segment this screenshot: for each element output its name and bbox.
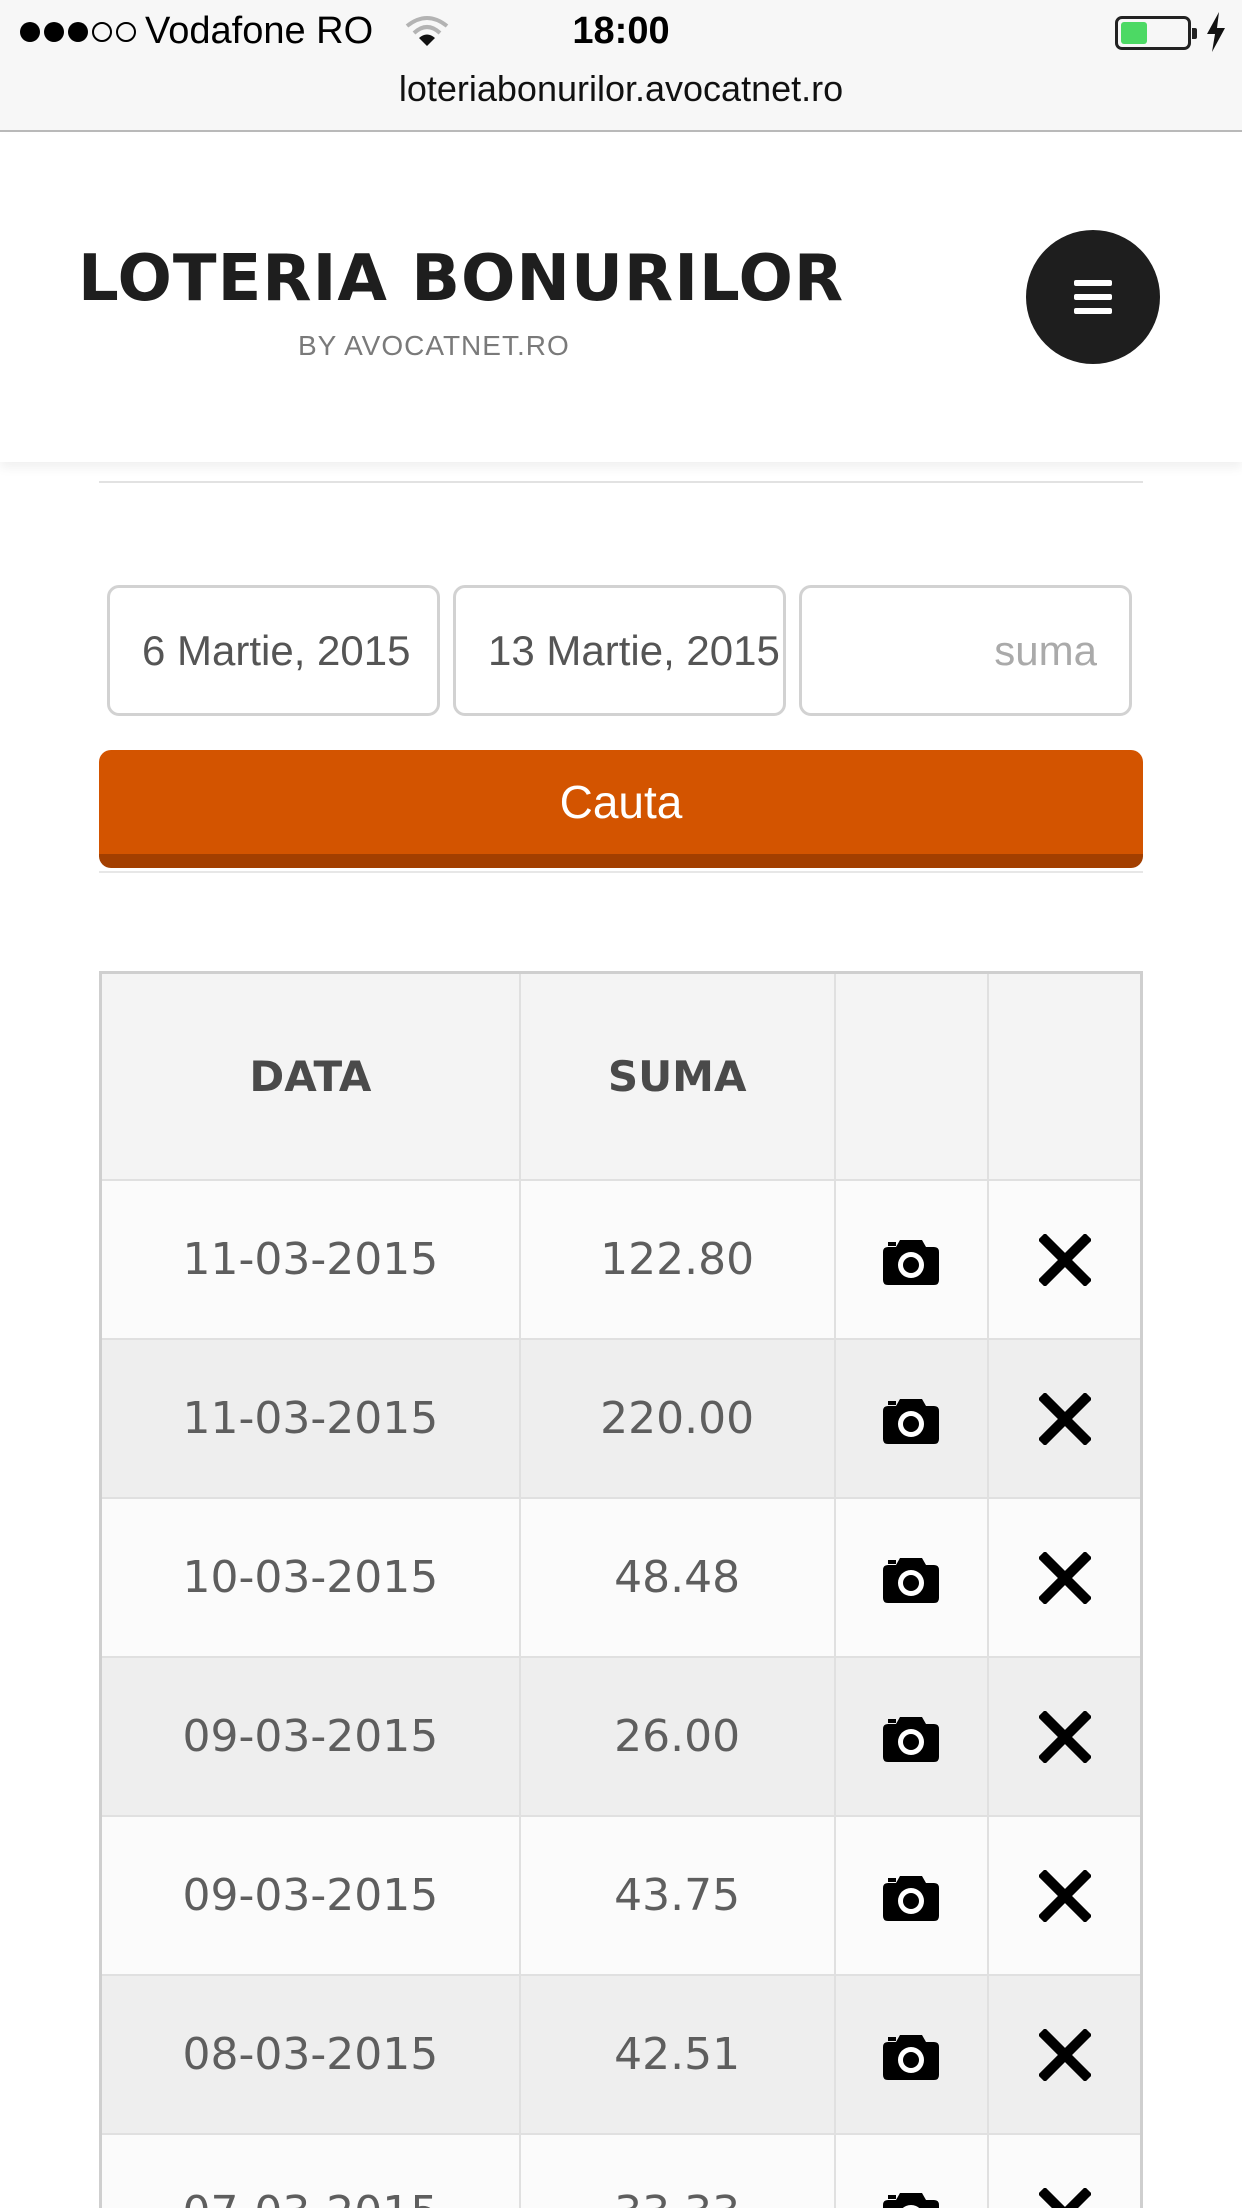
status-time: 18:00: [572, 10, 670, 52]
charging-icon: [1207, 12, 1225, 52]
camera-button[interactable]: [833, 1496, 990, 1658]
camera-icon: [882, 1392, 940, 1444]
camera-button[interactable]: [833, 1655, 990, 1817]
delete-button[interactable]: [987, 2132, 1143, 2208]
date-to-input[interactable]: 13 Martie, 2015: [453, 585, 786, 716]
table-header-row: DATA SUMA: [99, 971, 1143, 1181]
camera-icon: [882, 2186, 940, 2208]
cell-amount: 48.48: [518, 1496, 836, 1658]
close-icon: [1038, 1232, 1091, 1286]
site-logo-title[interactable]: LOTERIA BONURILOR: [78, 242, 844, 316]
cell-date: 09-03-2015: [99, 1814, 521, 1976]
delete-button[interactable]: [987, 1496, 1143, 1658]
close-icon: [1038, 1550, 1091, 1604]
close-icon: [1038, 1868, 1091, 1922]
column-header-date: DATA: [99, 971, 521, 1181]
delete-button[interactable]: [987, 1655, 1143, 1817]
delete-button[interactable]: [987, 1178, 1143, 1340]
delete-button[interactable]: [987, 1814, 1143, 1976]
hamburger-icon: [1074, 280, 1112, 286]
date-from-input[interactable]: 6 Martie, 2015: [107, 585, 440, 716]
camera-button[interactable]: [833, 1973, 990, 2135]
cell-date: 07-03-2015: [99, 2132, 521, 2208]
camera-icon: [882, 2028, 940, 2080]
close-icon: [1038, 2186, 1091, 2208]
battery-icon: [1115, 16, 1197, 50]
delete-button[interactable]: [987, 1337, 1143, 1499]
receipts-table: DATA SUMA 11-03-2015 122.80 11-03-2015 220.…: [99, 971, 1143, 2208]
table-row: 10-03-2015 48.48: [99, 1496, 1143, 1658]
amount-input[interactable]: suma: [799, 585, 1132, 716]
cell-amount: 220.00: [518, 1337, 836, 1499]
camera-button[interactable]: [833, 1814, 990, 1976]
menu-button[interactable]: [1026, 230, 1160, 364]
cell-date: 08-03-2015: [99, 1973, 521, 2135]
delete-button[interactable]: [987, 1973, 1143, 2135]
close-icon: [1038, 1709, 1091, 1763]
column-header-photo: [833, 971, 990, 1181]
column-header-delete: [987, 971, 1143, 1181]
table-row: 09-03-2015 43.75: [99, 1814, 1143, 1976]
table-row: 09-03-2015 26.00: [99, 1655, 1143, 1817]
table-row: 11-03-2015 220.00: [99, 1337, 1143, 1499]
cell-amount: 43.75: [518, 1814, 836, 1976]
close-icon: [1038, 2027, 1091, 2081]
divider: [99, 481, 1143, 483]
camera-icon: [882, 1710, 940, 1762]
table-row: 07-03-201533.33: [99, 2132, 1143, 2208]
divider: [99, 871, 1143, 873]
cell-amount: 33.33: [518, 2132, 836, 2208]
cell-amount: 122.80: [518, 1178, 836, 1340]
cell-date: 09-03-2015: [99, 1655, 521, 1817]
camera-button[interactable]: [833, 1337, 990, 1499]
camera-icon: [882, 1233, 940, 1285]
cell-date: 11-03-2015: [99, 1178, 521, 1340]
cell-amount: 42.51: [518, 1973, 836, 2135]
cell-amount: 26.00: [518, 1655, 836, 1817]
address-bar[interactable]: loteriabonurilor.avocatnet.ro: [0, 68, 1242, 110]
close-icon: [1038, 1391, 1091, 1445]
camera-icon: [882, 1869, 940, 1921]
table-row: 08-03-2015 42.51: [99, 1973, 1143, 2135]
status-bar: Vodafone RO 18:00 loteriabonurilor.avoca…: [0, 0, 1242, 132]
site-header: LOTERIA BONURILOR BY AVOCATNET.RO: [0, 134, 1242, 462]
camera-button[interactable]: [833, 2132, 990, 2208]
search-button[interactable]: Cauta: [99, 750, 1143, 868]
table-row: 11-03-2015 122.80: [99, 1178, 1143, 1340]
cell-date: 11-03-2015: [99, 1337, 521, 1499]
column-header-amount: SUMA: [518, 971, 836, 1181]
camera-icon: [882, 1551, 940, 1603]
camera-button[interactable]: [833, 1178, 990, 1340]
site-logo-subtitle: BY AVOCATNET.RO: [298, 330, 570, 361]
cell-date: 10-03-2015: [99, 1496, 521, 1658]
